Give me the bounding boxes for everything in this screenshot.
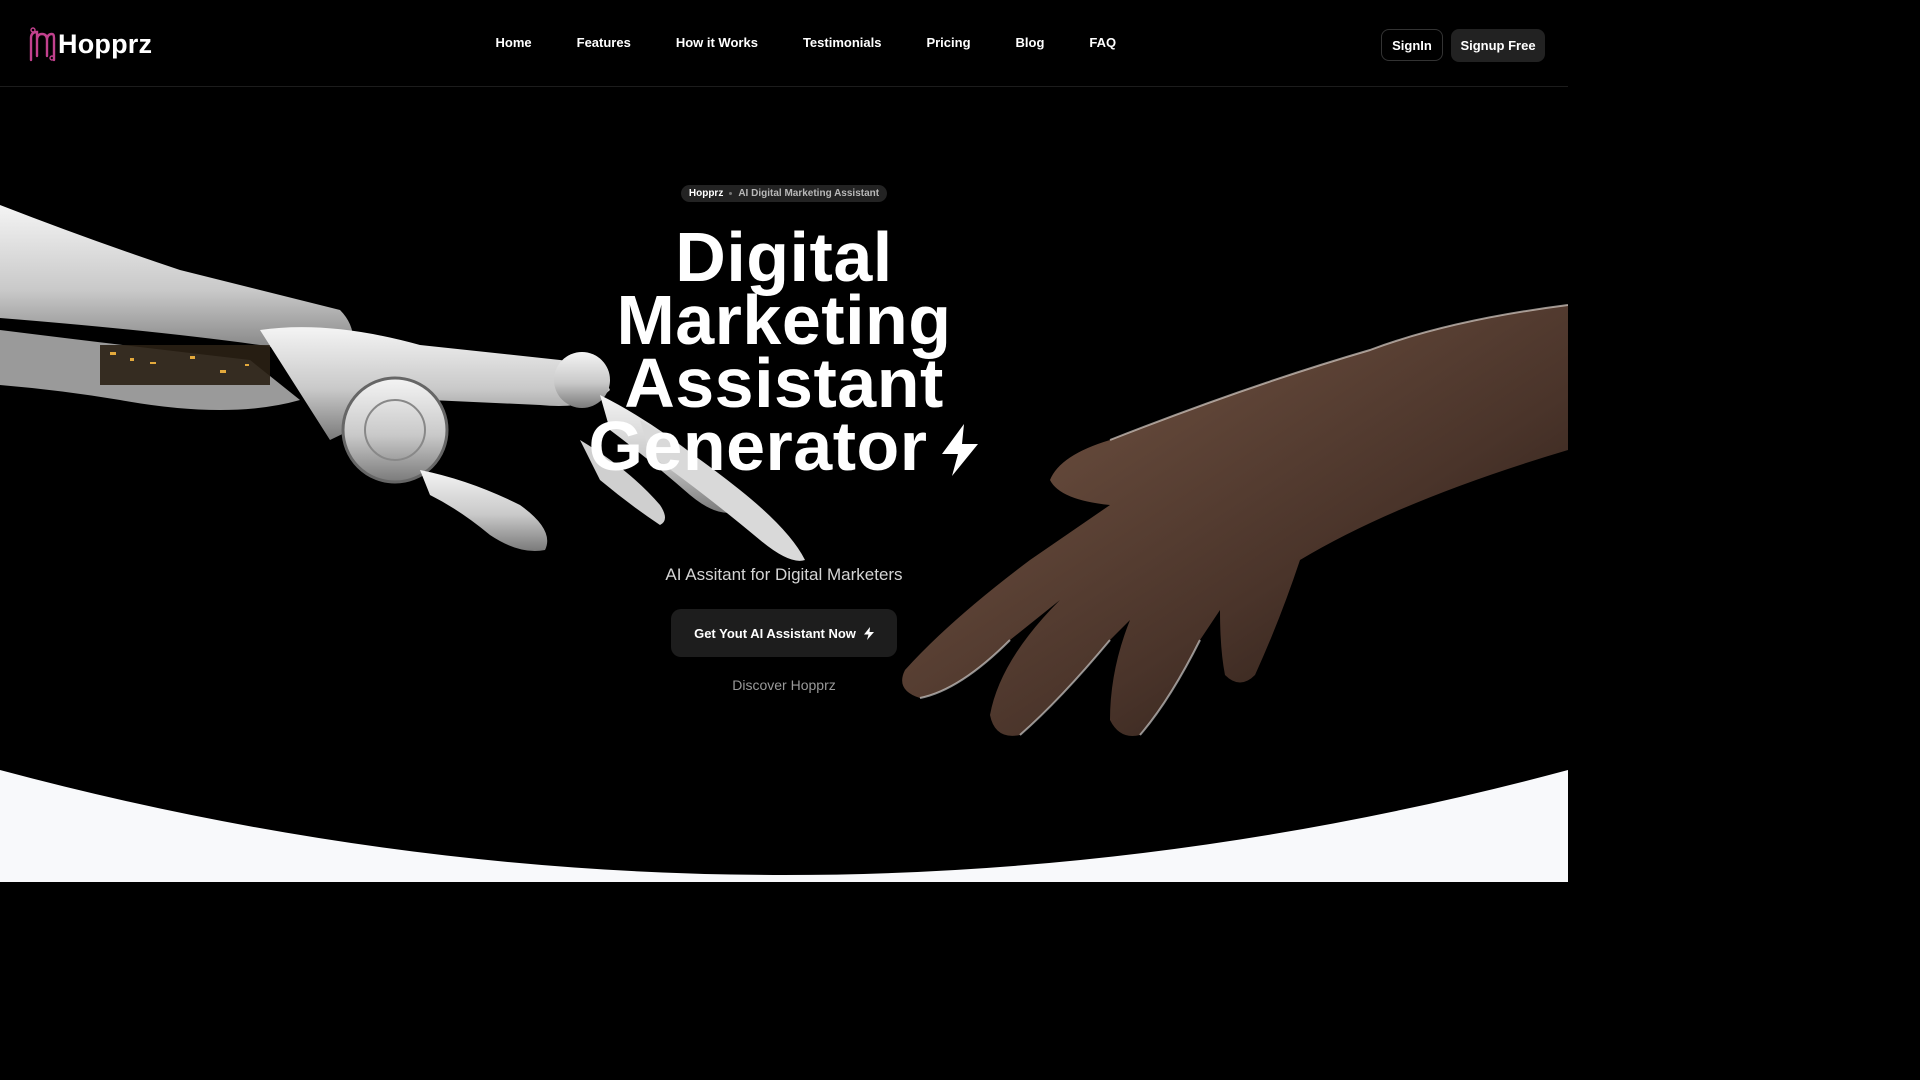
top-navigation: Hopprz Home Features How it Works Testim… — [0, 0, 1568, 87]
nav-links: Home Features How it Works Testimonials … — [473, 35, 1139, 50]
headline-line-3: Assistant — [624, 344, 944, 422]
nav-link-features[interactable]: Features — [577, 35, 631, 50]
headline-line-4: Generator — [588, 407, 928, 485]
signup-button[interactable]: Signup Free — [1451, 29, 1545, 62]
headline-line-4-wrap: Generator — [520, 411, 1048, 481]
get-assistant-button[interactable]: Get Yout AI Assistant Now — [671, 609, 897, 657]
discover-link[interactable]: Discover Hopprz — [684, 677, 884, 693]
hero-subtitle: AI Assitant for Digital Marketers — [665, 565, 903, 584]
headline-line-1: Digital — [675, 218, 893, 296]
nav-link-blog[interactable]: Blog — [1016, 35, 1045, 50]
logo[interactable]: Hopprz — [28, 26, 152, 62]
pill-brand: Hopprz — [688, 188, 724, 199]
logo-mark-icon — [29, 27, 56, 62]
cta-label: Get Yout AI Assistant Now — [694, 625, 856, 641]
signin-button[interactable]: SignIn — [1381, 29, 1443, 61]
nav-link-testimonials[interactable]: Testimonials — [803, 35, 882, 50]
section-curve-divider — [0, 770, 1568, 882]
nav-link-how-it-works[interactable]: How it Works — [676, 35, 758, 50]
nav-link-pricing[interactable]: Pricing — [926, 35, 970, 50]
pill-tagline: AI Digital Marketing Assistant — [738, 188, 880, 199]
nav-link-home[interactable]: Home — [496, 35, 532, 50]
pill-separator — [729, 192, 733, 195]
lightning-bolt-icon — [941, 424, 978, 476]
logo-text: Hopprz — [58, 28, 153, 59]
headline-line-2: Marketing — [616, 281, 952, 359]
hero-headline: Digital Marketing Assistant Generator — [520, 218, 1048, 481]
nav-link-faq[interactable]: FAQ — [1089, 35, 1116, 50]
lightning-bolt-icon — [863, 626, 874, 640]
hero-pill-badge: Hopprz AI Digital Marketing Assistant — [681, 185, 887, 202]
